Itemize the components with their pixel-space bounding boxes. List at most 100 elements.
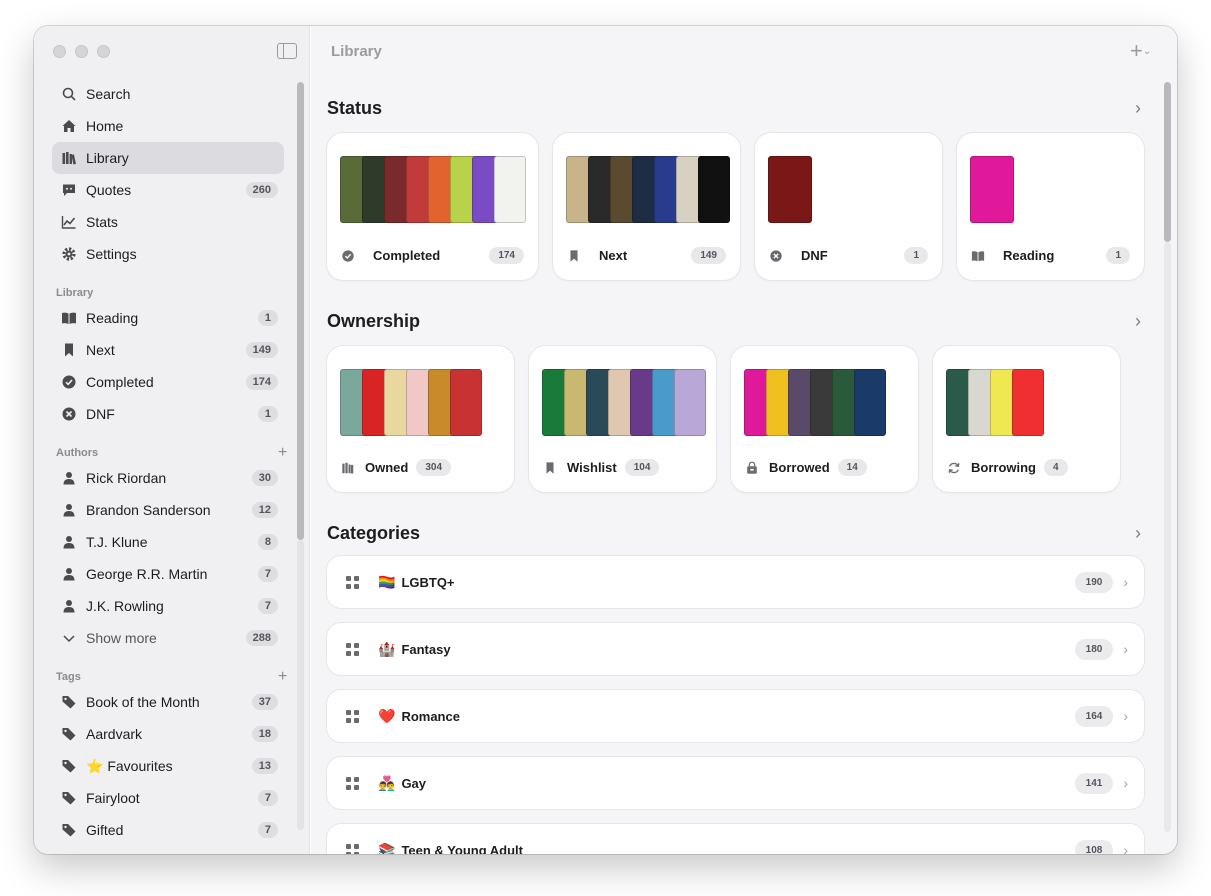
- sidebar-item-tag[interactable]: Aardvark 18: [52, 718, 284, 750]
- count-badge: 13: [251, 758, 278, 774]
- nav-item-library[interactable]: Library: [52, 142, 284, 174]
- sidebar-item-completed[interactable]: Completed 174: [52, 366, 284, 398]
- nav-item-quotes[interactable]: Quotes 260: [52, 174, 284, 206]
- book-cover: [450, 369, 482, 436]
- home-icon: [52, 118, 86, 134]
- category-row[interactable]: 🏰 Fantasy 180 ›: [327, 623, 1144, 675]
- nav-item-settings[interactable]: Settings: [52, 238, 284, 270]
- tag-icon: [52, 726, 86, 742]
- count-badge: 7: [257, 598, 278, 614]
- add-author-button[interactable]: +: [278, 445, 287, 461]
- person-icon: [52, 470, 86, 486]
- minimize-window-button[interactable]: [75, 45, 88, 58]
- chevron-right-icon: ›: [1123, 842, 1128, 854]
- sidebar-item-tag[interactable]: Gifted 7: [52, 814, 284, 846]
- nav-label: Quotes: [86, 182, 132, 198]
- book-icon: [971, 250, 985, 261]
- sync-icon: [948, 462, 960, 473]
- main-scrollbar[interactable]: [1164, 82, 1171, 242]
- count-badge: 288: [245, 630, 278, 646]
- status-card-dnf[interactable]: DNF 1: [755, 133, 942, 280]
- ownership-card-borrowing[interactable]: Borrowing 4: [933, 346, 1120, 492]
- quotes-count-badge: 260: [245, 182, 278, 198]
- category-emoji: 🏳️‍🌈: [378, 573, 396, 590]
- chevron-down-icon: [52, 630, 86, 646]
- sidebar-scrollbar[interactable]: [297, 82, 304, 540]
- person-icon: [52, 566, 86, 582]
- count-badge: 174: [245, 374, 278, 390]
- count-badge: 14: [837, 459, 867, 476]
- category-label: Teen & Young Adult: [401, 842, 524, 855]
- sidebar-item-author[interactable]: George R.R. Martin 7: [52, 558, 284, 590]
- close-window-button[interactable]: [53, 45, 66, 58]
- category-row[interactable]: 🏳️‍🌈 LGBTQ+ 190 ›: [327, 556, 1144, 608]
- category-emoji: 📚: [378, 841, 396, 855]
- sidebar-item-author[interactable]: Brandon Sanderson 12: [52, 494, 284, 526]
- sidebar-toggle-icon[interactable]: [277, 43, 297, 59]
- nav-item-home[interactable]: Home: [52, 110, 284, 142]
- chevron-right-icon[interactable]: ›: [1135, 311, 1141, 332]
- card-label: Borrowing: [971, 460, 1036, 475]
- sidebar-item-label: Next: [86, 342, 115, 358]
- ownership-card-borrowed[interactable]: Borrowed 14: [731, 346, 918, 492]
- count-badge: 164: [1074, 705, 1114, 727]
- add-tag-button[interactable]: +: [278, 669, 287, 685]
- sidebar-item-reading[interactable]: Reading 1: [52, 302, 284, 334]
- chevron-right-icon[interactable]: ›: [1135, 523, 1141, 544]
- sidebar-item-label: Reading: [86, 310, 139, 326]
- ownership-card-wishlist[interactable]: Wishlist 104: [529, 346, 716, 492]
- category-row[interactable]: 📚 Teen & Young Adult 108 ›: [327, 824, 1144, 854]
- library-icon: [342, 462, 354, 474]
- ownership-card-owned[interactable]: Owned 304: [327, 346, 514, 492]
- grid-icon: [346, 575, 359, 589]
- status-card-next[interactable]: Next 149: [553, 133, 740, 280]
- sidebar-item-author[interactable]: T.J. Klune 8: [52, 526, 284, 558]
- book-cover: [1012, 369, 1044, 436]
- nav-item-search[interactable]: Search: [52, 78, 284, 110]
- category-label: Romance: [401, 708, 460, 724]
- sidebar-item-tag[interactable]: Book of the Month 37: [52, 686, 284, 718]
- chevron-right-icon[interactable]: ›: [1135, 98, 1141, 119]
- tags-section-heading: Tags: [56, 671, 81, 683]
- lock-bag-icon: [747, 461, 757, 474]
- sidebar-item-author[interactable]: Rick Riordan 30: [52, 462, 284, 494]
- grid-icon: [346, 642, 359, 656]
- category-emoji: 🏰: [378, 640, 396, 657]
- category-row[interactable]: ❤️ Romance 164 ›: [327, 690, 1144, 742]
- category-emoji: 👨‍❤️‍👨: [378, 774, 396, 791]
- sidebar-item-author[interactable]: J.K. Rowling 7: [52, 590, 284, 622]
- status-card-reading[interactable]: Reading 1: [957, 133, 1144, 280]
- count-badge: 304: [416, 459, 452, 476]
- sidebar-item-label: Brandon Sanderson: [86, 502, 211, 518]
- sidebar-item-next[interactable]: Next 149: [52, 334, 284, 366]
- card-label: DNF: [801, 248, 828, 263]
- nav-item-stats[interactable]: Stats: [52, 206, 284, 238]
- count-badge: 8: [257, 534, 278, 550]
- zoom-window-button[interactable]: [97, 45, 110, 58]
- sidebar-item-label: T.J. Klune: [86, 534, 148, 550]
- show-more-button[interactable]: Show more 288: [52, 622, 284, 654]
- count-badge: 149: [245, 342, 278, 358]
- count-badge: 12: [251, 502, 278, 518]
- bookmark-icon: [52, 342, 86, 358]
- window-controls: [53, 45, 110, 58]
- grid-icon: [346, 709, 359, 723]
- sidebar-scroll-track: [297, 540, 304, 830]
- book-cover: [970, 156, 1014, 223]
- sidebar-item-tag[interactable]: ⭐️ Favourites 13: [52, 750, 284, 782]
- count-badge: 30: [251, 470, 278, 486]
- count-badge: 1: [257, 310, 278, 326]
- count-badge: 180: [1074, 638, 1114, 660]
- status-card-completed[interactable]: Completed 174: [327, 133, 538, 280]
- page-title: Library: [331, 43, 382, 60]
- sidebar-item-tag[interactable]: Fairyloot 7: [52, 782, 284, 814]
- add-menu-button[interactable]: +⌄: [1130, 39, 1152, 63]
- nav-label: Settings: [86, 246, 137, 262]
- x-circle-icon: [770, 249, 782, 262]
- chevron-right-icon: ›: [1123, 574, 1128, 590]
- category-row[interactable]: 👨‍❤️‍👨 Gay 141 ›: [327, 757, 1144, 809]
- count-badge: 190: [1074, 571, 1114, 593]
- chevron-down-icon: ⌄: [1142, 46, 1152, 58]
- count-badge: 1: [257, 406, 278, 422]
- sidebar-item-dnf[interactable]: DNF 1: [52, 398, 284, 430]
